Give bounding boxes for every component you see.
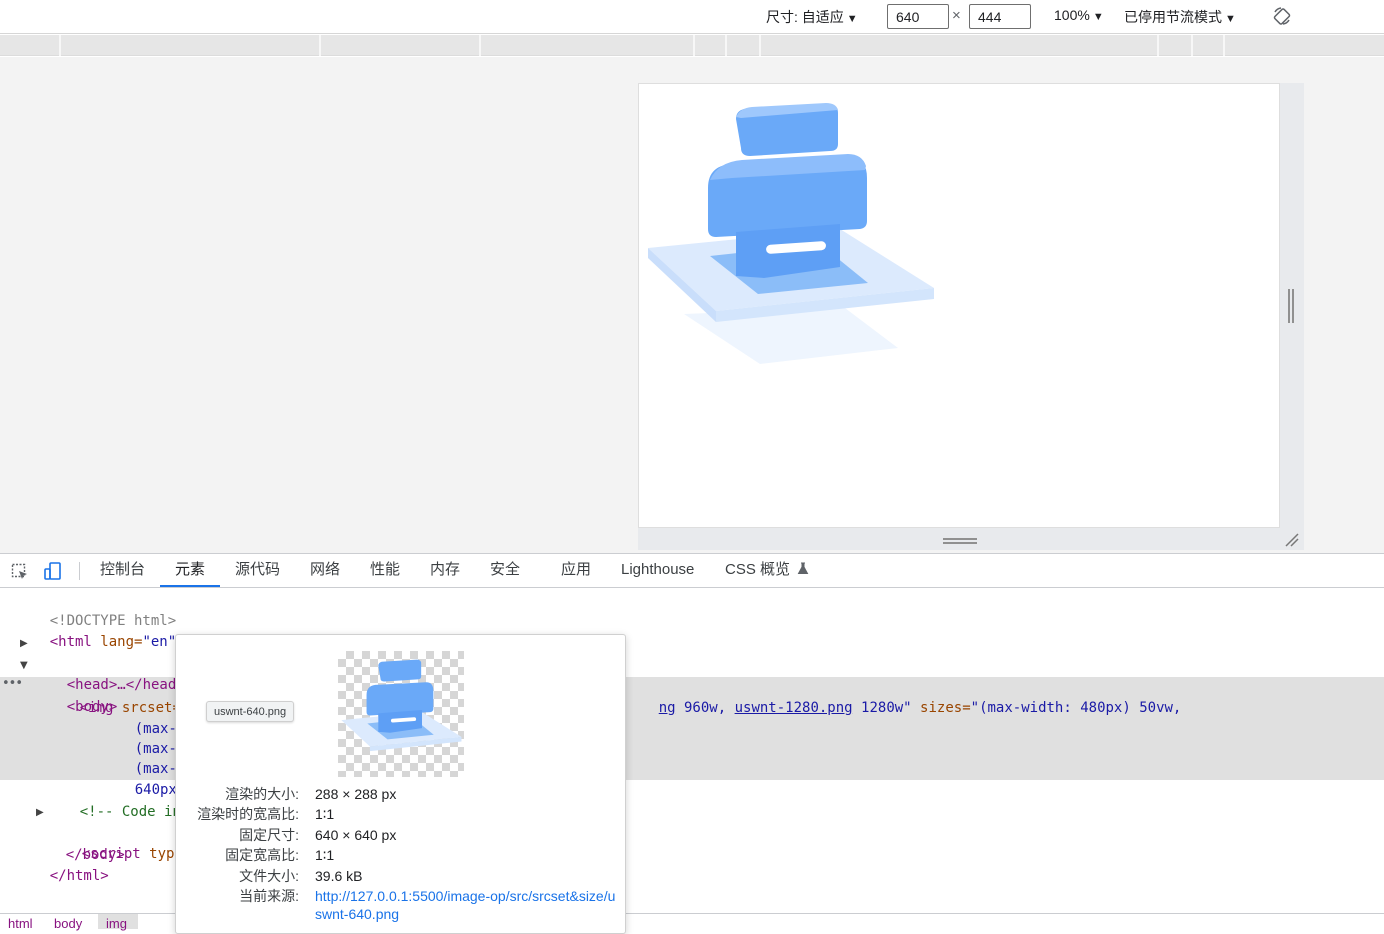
caret-down-icon: ▼ (1092, 11, 1104, 23)
media-query-bar[interactable] (0, 35, 1384, 56)
media-query-separator (319, 35, 321, 56)
zoom-label: 100% (1054, 7, 1090, 23)
media-query-separator (725, 35, 727, 56)
preview-row-file-size: 文件大小: 39.6 kB (176, 866, 627, 886)
media-query-separator (59, 35, 61, 56)
media-query-separator (1223, 35, 1225, 56)
preview-row-rendered-size: 渲染的大小: 288 × 288 px (176, 784, 627, 804)
tab-separator (79, 562, 80, 580)
node-actions-icon[interactable]: ••• (2, 676, 23, 691)
dom-line-head[interactable]: ▶ <head>…</head> (20, 633, 185, 693)
intrinsic-ratio-value: 1∶1 (315, 847, 335, 863)
media-query-separator (693, 35, 695, 56)
dimensions-dropdown[interactable]: 尺寸: 自适应 ▼ (766, 7, 858, 27)
file-size-label: 文件大小: (239, 868, 299, 884)
dom-line-html-close[interactable]: </html> (16, 845, 109, 884)
caret-down-icon: ▼ (1225, 13, 1236, 25)
tab-application[interactable]: 应用 (561, 554, 591, 587)
srcset-link-1280[interactable]: uswnt-1280.png (735, 700, 853, 716)
breadcrumb-html[interactable]: html (8, 916, 33, 931)
throttle-dropdown[interactable]: 已停用节流模式 ▼ (1124, 7, 1236, 27)
tab-lighthouse[interactable]: Lighthouse (621, 554, 694, 587)
rotate-icon[interactable] (1272, 6, 1292, 26)
tab-performance[interactable]: 性能 (370, 554, 400, 587)
media-query-separator (759, 35, 761, 56)
media-query-separator (479, 35, 481, 56)
resize-grip-bottom-icon[interactable] (943, 538, 977, 544)
tab-memory[interactable]: 内存 (430, 554, 460, 587)
tab-console[interactable]: 控制台 (100, 554, 145, 587)
preview-row-intrinsic-size: 固定尺寸: 640 × 640 px (176, 825, 627, 845)
srcset-width: 960w, (675, 700, 735, 716)
preview-filename-tooltip: uswnt-640.png (206, 701, 295, 722)
preview-row-rendered-ratio: 渲染时的宽高比: 1∶1 (176, 804, 627, 824)
resize-grip-right-icon[interactable] (1288, 289, 1294, 323)
resize-corner-icon (1285, 533, 1299, 547)
rendered-ratio-label: 渲染时的宽高比: (197, 806, 299, 822)
device-toolbar-icon[interactable] (43, 561, 63, 581)
dimensions-label: 尺寸: 自适应 (766, 9, 844, 25)
tab-css-overview[interactable]: CSS 概览 (725, 554, 809, 587)
tab-security[interactable]: 安全 (490, 554, 520, 587)
dom-line-doctype[interactable]: <!DOCTYPE html> (16, 590, 176, 629)
attr-sizes-value: "(max-width: 480px) 50vw, (970, 700, 1182, 716)
tag-html-close: </html> (49, 868, 109, 884)
devtools-tabbar: 控制台 元素 源代码 网络 性能 内存 安全 应用 Lighthouse CSS… (0, 553, 1384, 588)
dom-line-body-close[interactable]: </body> (32, 824, 125, 863)
expand-triangle-icon[interactable]: ▶ (20, 633, 28, 654)
media-query-separator (1191, 35, 1193, 56)
dom-line-body[interactable]: ▼ <body> (20, 655, 117, 715)
resize-handle-corner[interactable] (1280, 528, 1304, 550)
intrinsic-ratio-label: 固定宽高比: (225, 847, 299, 863)
width-input[interactable] (887, 4, 949, 29)
tab-sources[interactable]: 源代码 (235, 554, 280, 587)
image-preview-popover: uswnt-640.png 渲染的大小: 288 × 288 px 渲染时的宽高… (175, 634, 626, 934)
expand-triangle-icon[interactable]: ▶ (36, 802, 44, 823)
preview-thumbnail (338, 651, 464, 777)
srcset-width: 1280w" (852, 700, 912, 716)
throttle-label: 已停用节流模式 (1124, 9, 1222, 25)
srcset-link[interactable]: ng (659, 700, 676, 716)
file-size-value: 39.6 kB (315, 868, 363, 884)
device-toolbar: 尺寸: 自适应▼ × 100%▼ 已停用节流模式▼ (0, 0, 1384, 34)
printer-illustration-image (648, 103, 934, 364)
intrinsic-size-value: 640 × 640 px (315, 827, 397, 843)
inspect-element-icon[interactable] (10, 562, 30, 582)
collapse-triangle-icon[interactable]: ▼ (20, 655, 28, 676)
breadcrumb-img[interactable]: img (106, 916, 127, 931)
flask-icon (797, 562, 809, 574)
media-query-separator (1157, 35, 1159, 56)
intrinsic-size-label: 固定尺寸: (239, 827, 299, 843)
rendered-size-value: 288 × 288 px (315, 786, 397, 802)
attr-sizes: sizes= (911, 700, 971, 716)
caret-down-icon: ▼ (846, 13, 858, 25)
height-input[interactable] (969, 4, 1031, 29)
dom-line-img-tail[interactable]: ng 960w, uswnt-1280.png 1280w" sizes="(m… (625, 677, 1182, 716)
tab-network[interactable]: 网络 (310, 554, 340, 587)
source-label: 当前来源: (239, 888, 299, 904)
rendered-ratio-value: 1∶1 (315, 806, 335, 822)
source-url-link[interactable]: http://127.0.0.1:5500/image-op/src/srcse… (315, 887, 617, 923)
breadcrumb-body[interactable]: body (54, 916, 82, 931)
tab-css-overview-label: CSS 概览 (725, 561, 791, 578)
zoom-dropdown[interactable]: 100% ▼ (1054, 7, 1104, 23)
preview-row-intrinsic-ratio: 固定宽高比: 1∶1 (176, 845, 627, 865)
dimension-separator: × (952, 7, 961, 24)
tab-elements[interactable]: 元素 (160, 554, 221, 587)
rendered-size-label: 渲染的大小: (225, 786, 299, 802)
dom-line-html[interactable]: <html lang="en"> (16, 611, 185, 650)
preview-printer-image (341, 659, 462, 752)
